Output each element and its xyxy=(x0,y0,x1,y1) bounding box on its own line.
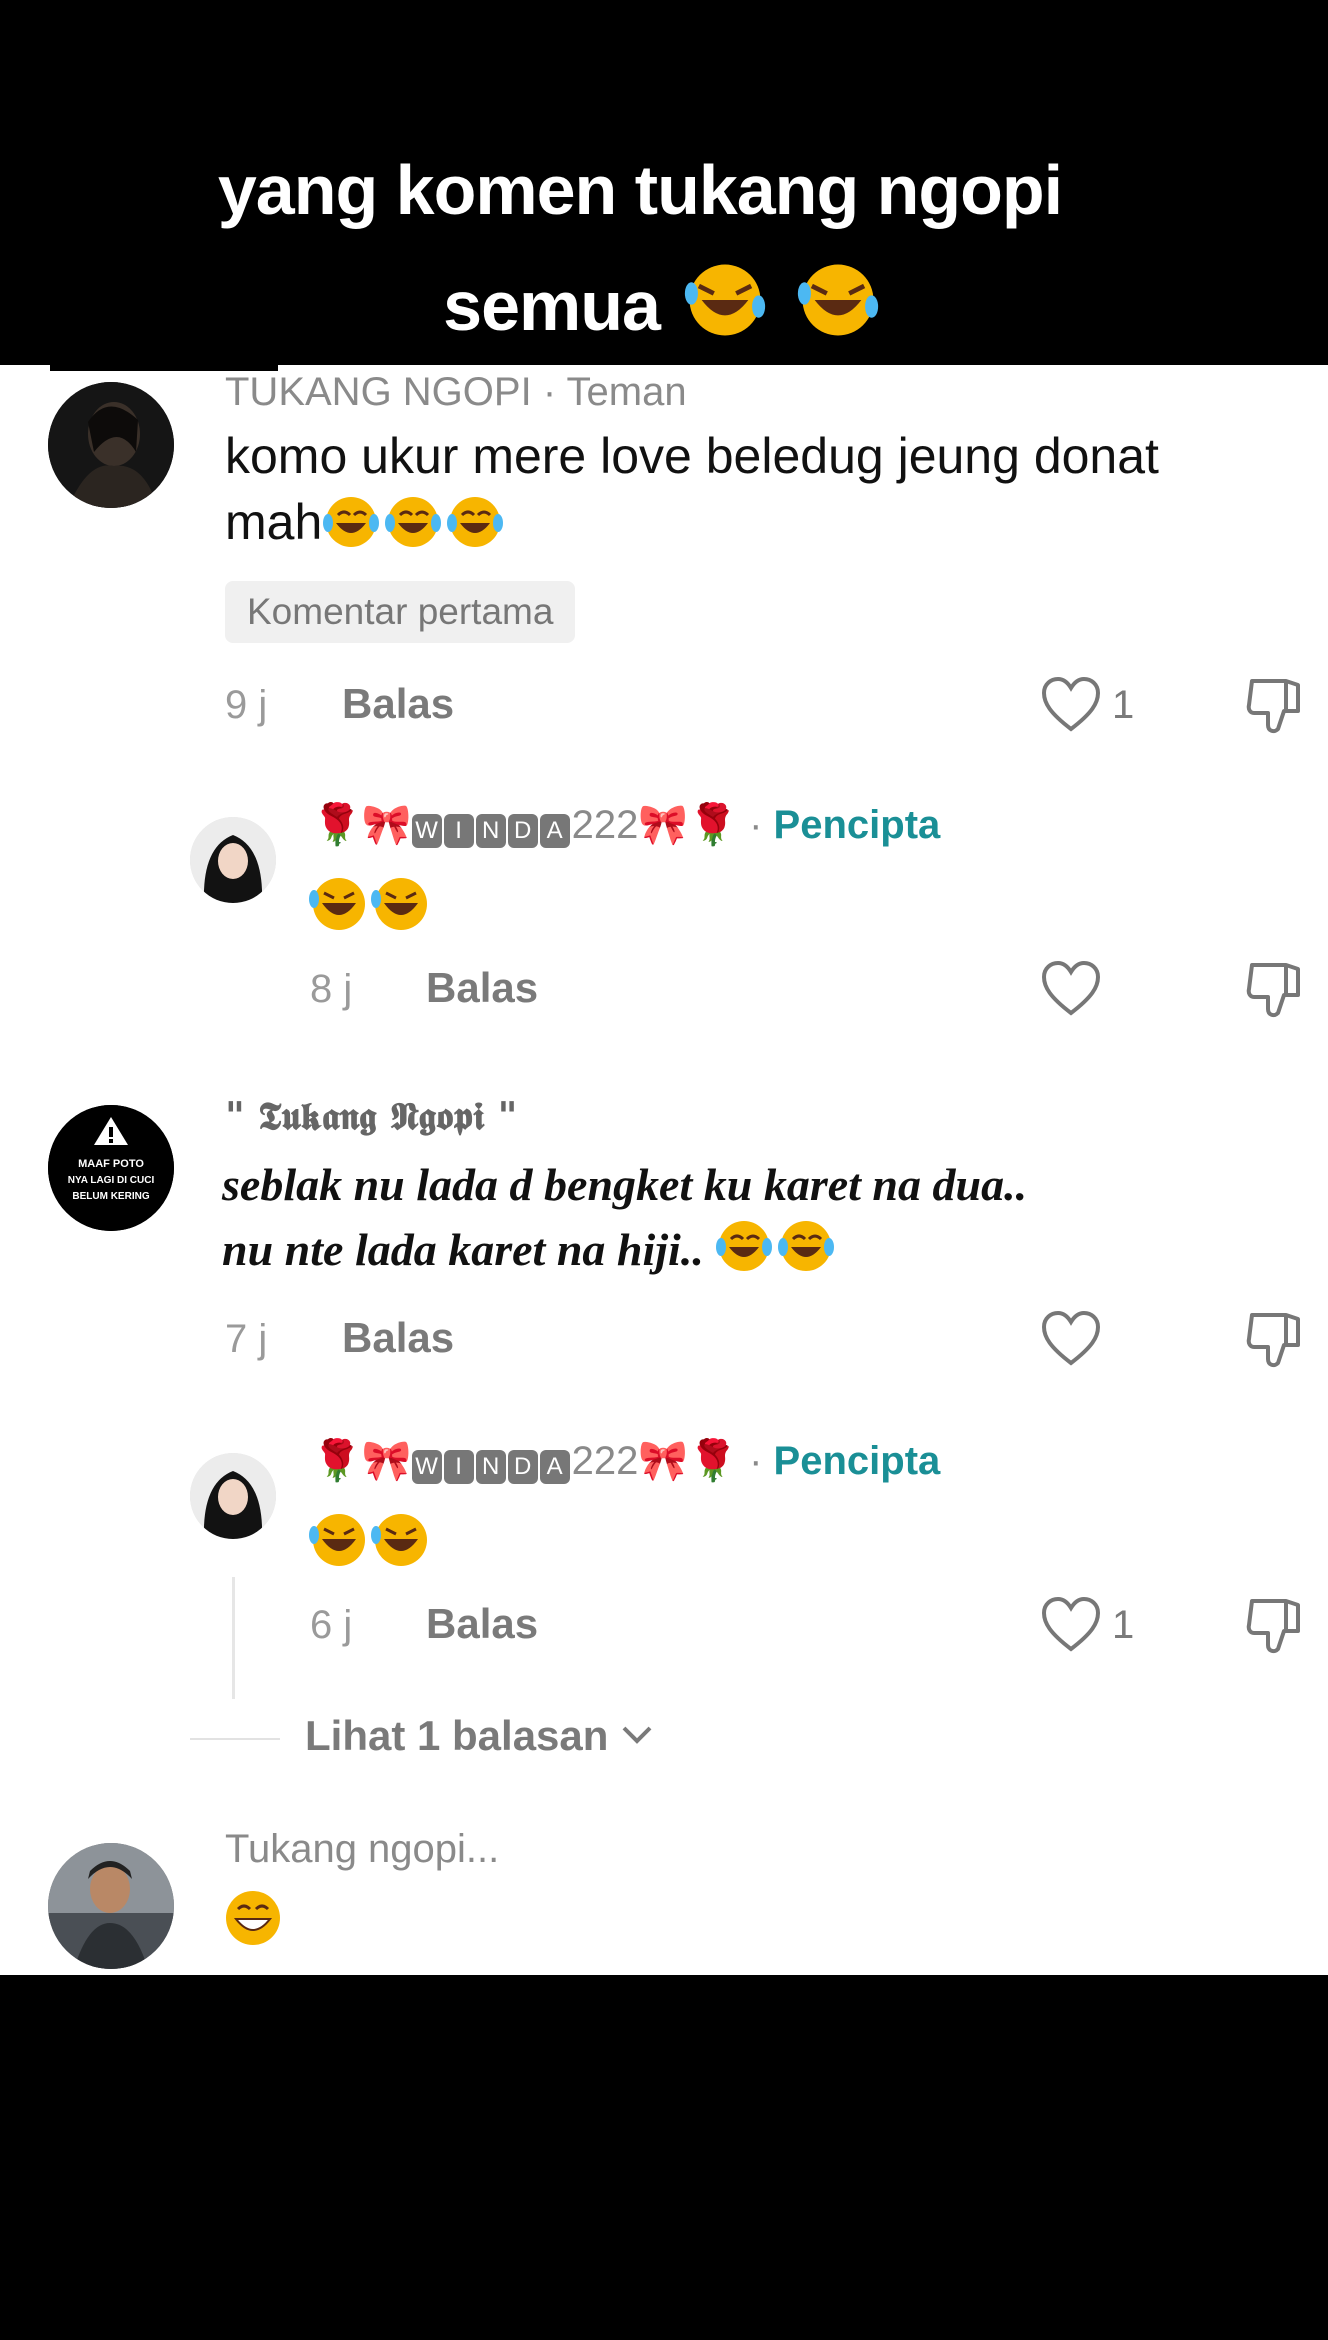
letter-tile: I xyxy=(443,814,474,848)
rose-emoji-icon: 🌹 xyxy=(312,1439,362,1483)
rofl-emoji-icon xyxy=(678,264,884,345)
winda-letters: WINDA xyxy=(411,1439,572,1484)
view-replies-button[interactable]: Lihat 1 balasan xyxy=(305,1712,654,1760)
comment-text: seblak nu lada d bengket ku karet na dua… xyxy=(222,1153,1027,1282)
creator-label: Pencipta xyxy=(773,803,941,847)
rofl-emoji-icon xyxy=(308,873,436,939)
comment-text-line-1: komo ukur mere love beledug jeung donat xyxy=(225,428,1159,484)
ribbon-emoji-icon: 🎀 xyxy=(638,803,689,847)
avatar-text: BELUM KERING xyxy=(72,1191,149,1202)
letter-tile: W xyxy=(411,1450,442,1484)
avatar[interactable] xyxy=(48,1843,174,1969)
comment-text-line-2: nu nte lada karet na hiji.. xyxy=(222,1224,704,1275)
creator-label: Pencipta xyxy=(773,1439,941,1483)
comment-username[interactable]: " 𝕿𝖚𝖐𝖆𝖓𝖌 𝕹𝖌𝖔𝖕𝖎 " xyxy=(225,1093,517,1139)
username-suffix: 222 xyxy=(571,803,639,847)
comment-time: 6 j xyxy=(310,1603,353,1647)
comment-time: 8 j xyxy=(310,967,353,1011)
first-comment-badge: Komentar pertama xyxy=(225,581,576,643)
reply-button[interactable]: Balas xyxy=(426,964,538,1012)
username-suffix: 222 xyxy=(571,1439,639,1483)
dislike-icon[interactable] xyxy=(1246,959,1304,1021)
chevron-down-icon xyxy=(622,1726,652,1744)
letter-tile: I xyxy=(443,1450,474,1484)
avatar-text: MAAF POTO xyxy=(78,1158,144,1170)
comment-sheet: TUKANG NGOPI · Teman komo ukur mere love… xyxy=(0,365,1328,1975)
ribbon-emoji-icon: 🎀 xyxy=(361,803,412,847)
comment-time: 9 j xyxy=(225,683,268,727)
rose-emoji-icon: 🌹 xyxy=(688,803,738,847)
like-count: 1 xyxy=(1112,1603,1135,1647)
like-count: 1 xyxy=(1112,683,1135,727)
comment-text: komo ukur mere love beledug jeung donat … xyxy=(225,423,1159,555)
thread-line xyxy=(232,1577,235,1699)
video-caption: yang komen tukang ngopi semua xyxy=(0,0,1328,365)
heart-icon[interactable] xyxy=(1040,959,1102,1017)
avatar[interactable] xyxy=(190,817,276,903)
caption-line-2-text: semua xyxy=(443,267,661,345)
winda-letters: WINDA xyxy=(411,803,572,848)
heart-icon[interactable] xyxy=(1040,675,1102,733)
letter-tile: D xyxy=(507,814,538,848)
letter-tile: D xyxy=(507,1450,538,1484)
view-replies-label[interactable]: Lihat 1 balasan xyxy=(305,1712,608,1759)
divider xyxy=(190,1738,280,1740)
letter-tile: A xyxy=(539,814,570,848)
reply-button[interactable]: Balas xyxy=(342,1314,454,1362)
creator-username[interactable]: 🌹🎀 W I N D A 222🎀🌹 · Pencipta xyxy=(312,801,940,848)
ribbon-emoji-icon: 🎀 xyxy=(361,1439,412,1483)
comment-text-line-2: mah xyxy=(225,494,323,550)
avatar[interactable] xyxy=(48,382,174,508)
username-text[interactable]: TUKANG NGOPI xyxy=(225,370,532,414)
reply-button[interactable]: Balas xyxy=(342,680,454,728)
tears-of-joy-emoji-icon xyxy=(715,1221,839,1275)
heart-icon[interactable] xyxy=(1040,1309,1102,1367)
caption-line-2: semua xyxy=(0,258,1328,346)
tears-of-joy-emoji-icon xyxy=(322,494,508,550)
dislike-icon[interactable] xyxy=(1246,675,1304,737)
comment-username[interactable]: Tukang ngopi... xyxy=(225,1827,499,1872)
grinning-emoji-icon xyxy=(222,1887,284,1953)
rose-emoji-icon: 🌹 xyxy=(688,1439,738,1483)
rofl-emoji-icon xyxy=(308,1509,436,1575)
caption-line-1: yang komen tukang ngopi xyxy=(217,151,1063,229)
avatar-text: NYA LAGI DI CUCI xyxy=(68,1175,155,1186)
dislike-icon[interactable] xyxy=(1246,1309,1304,1371)
avatar[interactable]: MAAF POTO NYA LAGI DI CUCI BELUM KERING xyxy=(48,1105,174,1231)
heart-icon[interactable] xyxy=(1040,1595,1102,1653)
comment-time: 7 j xyxy=(225,1317,268,1361)
reply-button[interactable]: Balas xyxy=(426,1600,538,1648)
ribbon-emoji-icon: 🎀 xyxy=(638,1439,689,1483)
relation-label: Teman xyxy=(566,370,687,414)
letter-tile: A xyxy=(539,1450,570,1484)
letter-tile: N xyxy=(475,814,506,848)
avatar[interactable] xyxy=(190,1453,276,1539)
letter-tile: N xyxy=(475,1450,506,1484)
comment-text-line-1: seblak nu lada d bengket ku karet na dua… xyxy=(222,1159,1028,1210)
dislike-icon[interactable] xyxy=(1246,1595,1304,1657)
comment-username[interactable]: TUKANG NGOPI · Teman xyxy=(225,370,687,415)
creator-username[interactable]: 🌹🎀 W I N D A 222🎀🌹 · Pencipta xyxy=(312,1437,940,1484)
letter-tile: W xyxy=(411,814,442,848)
rose-emoji-icon: 🌹 xyxy=(312,803,362,847)
